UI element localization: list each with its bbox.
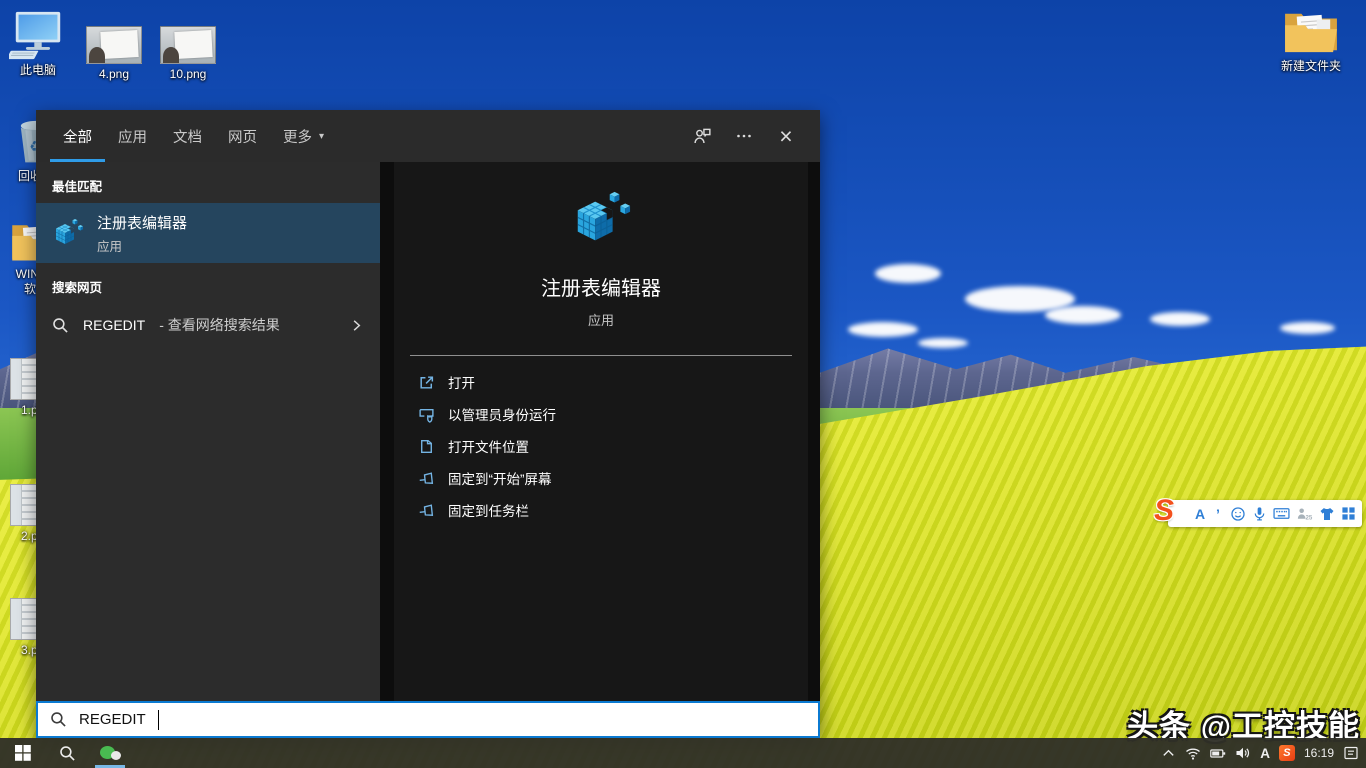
result-subtitle: 应用 <box>97 236 187 255</box>
desktop-icon-10png[interactable]: 10.png <box>154 26 222 81</box>
ime-mode-icon[interactable]: A <box>1194 505 1206 522</box>
cloud <box>875 264 941 283</box>
chevron-right-icon <box>349 318 364 333</box>
tab-label: 文档 <box>173 126 202 147</box>
result-detail-pane: 注册表编辑器 应用 打开 以管理员身份运行 打开文件位置 <box>394 162 808 701</box>
action-center-icon[interactable] <box>1343 745 1359 761</box>
action-label: 以管理员身份运行 <box>448 404 556 424</box>
desktop-icon-4png[interactable]: 4.png <box>80 26 148 81</box>
shield-icon <box>418 406 435 423</box>
search-icon <box>52 317 69 334</box>
chevron-down-icon: ▾ <box>319 131 324 142</box>
cloud <box>848 322 918 337</box>
folder-location-icon <box>418 438 435 455</box>
start-button[interactable] <box>0 738 46 768</box>
taskbar: A S 16:19 <box>0 738 1366 768</box>
desktop-icon-new-folder[interactable]: 新建文件夹 <box>1277 8 1345 73</box>
action-label: 打开 <box>448 372 475 392</box>
image-thumbnail <box>86 26 142 64</box>
action-open-file-location[interactable]: 打开文件位置 <box>400 430 802 462</box>
action-label: 固定到“开始”屏幕 <box>448 468 552 488</box>
action-run-as-admin[interactable]: 以管理员身份运行 <box>400 398 802 430</box>
windows-search-panel: 全部 应用 文档 网页 更多 ▾ × 最佳匹配 注册表编辑器 <box>36 110 820 738</box>
open-icon <box>418 374 435 391</box>
result-title: 注册表编辑器 <box>97 212 187 233</box>
wifi-icon[interactable] <box>1185 745 1201 761</box>
cloud <box>918 338 968 348</box>
tab-web[interactable]: 网页 <box>215 110 270 162</box>
desktop: 此电脑 4.png 10.png 新建文件夹 回收站 WINCC 软件 1.pn… <box>0 0 1366 768</box>
tab-label: 网页 <box>228 126 257 147</box>
taskbar-clock[interactable]: 16:19 <box>1304 746 1334 760</box>
tab-documents[interactable]: 文档 <box>160 110 215 162</box>
punctuation-icon[interactable]: ’ <box>1212 505 1224 522</box>
pin-icon <box>418 470 435 487</box>
search-input-value: REGEDIT <box>79 711 146 728</box>
wechat-icon <box>100 746 121 760</box>
web-query: REGEDIT <box>83 317 145 333</box>
best-match-header: 最佳匹配 <box>36 162 380 203</box>
sogou-logo-icon[interactable]: S <box>1154 494 1174 528</box>
sogou-tray-icon[interactable]: S <box>1279 745 1295 761</box>
feedback-user-icon[interactable] <box>684 118 720 154</box>
tab-apps[interactable]: 应用 <box>105 110 160 162</box>
best-match-result[interactable]: 注册表编辑器 应用 <box>36 203 380 263</box>
tab-more[interactable]: 更多 ▾ <box>270 110 337 162</box>
options-ellipsis-icon[interactable] <box>726 118 762 154</box>
sogou-language-bar[interactable]: S A ’ <box>1168 500 1362 527</box>
search-results-list: 最佳匹配 注册表编辑器 应用 搜索网页 REGEDIT - 查看网络搜索结果 <box>36 162 380 701</box>
taskbar-search-button[interactable] <box>46 738 88 768</box>
search-icon <box>50 711 67 728</box>
system-tray: A S 16:19 <box>1160 745 1366 761</box>
tab-label: 更多 <box>283 126 312 147</box>
emoji-icon[interactable] <box>1230 505 1246 522</box>
web-search-header: 搜索网页 <box>36 263 380 304</box>
toolbox-icon[interactable] <box>1341 505 1356 522</box>
web-query-suffix: - 查看网络搜索结果 <box>159 315 280 335</box>
pin-icon <box>418 502 435 519</box>
icon-label: 新建文件夹 <box>1281 59 1341 73</box>
search-filter-tabbar: 全部 应用 文档 网页 更多 ▾ × <box>36 110 820 162</box>
tab-all[interactable]: 全部 <box>50 110 105 162</box>
soft-keyboard-icon[interactable] <box>1273 505 1290 522</box>
icon-label: 10.png <box>170 67 207 81</box>
skin-icon[interactable] <box>1319 505 1335 522</box>
web-search-result[interactable]: REGEDIT - 查看网络搜索结果 <box>36 304 380 346</box>
tab-label: 应用 <box>118 126 147 147</box>
action-pin-to-start[interactable]: 固定到“开始”屏幕 <box>400 462 802 494</box>
panel-right-margin <box>808 162 820 701</box>
icon-label: 此电脑 <box>20 63 56 77</box>
registry-editor-icon <box>52 217 84 249</box>
cloud <box>1045 306 1121 324</box>
folder-icon <box>1282 8 1340 56</box>
tab-label: 全部 <box>63 126 92 147</box>
taskbar-wechat-button[interactable] <box>88 738 132 768</box>
detail-subtitle: 应用 <box>588 310 614 329</box>
close-icon[interactable]: × <box>768 118 804 154</box>
cloud <box>1280 322 1335 334</box>
windows-logo-icon <box>15 745 31 761</box>
panel-divider <box>380 162 394 701</box>
cloud <box>1150 312 1210 326</box>
registry-editor-icon <box>570 188 632 250</box>
ime-indicator[interactable]: A <box>1260 746 1270 761</box>
action-label: 打开文件位置 <box>448 436 529 456</box>
action-label: 固定到任务栏 <box>448 500 529 520</box>
desktop-icon-this-pc[interactable]: 此电脑 <box>4 10 72 77</box>
icon-label: 4.png <box>99 67 129 81</box>
search-input[interactable]: REGEDIT <box>36 701 820 738</box>
volume-icon[interactable] <box>1235 745 1251 761</box>
computer-icon <box>9 10 67 60</box>
action-pin-to-taskbar[interactable]: 固定到任务栏 <box>400 494 802 526</box>
detail-title: 注册表编辑器 <box>541 272 661 301</box>
battery-icon[interactable] <box>1210 745 1226 761</box>
search-icon <box>59 745 76 762</box>
tray-chevron-up-icon[interactable] <box>1160 745 1176 761</box>
login-account-icon[interactable] <box>1296 505 1313 522</box>
voice-input-icon[interactable] <box>1252 505 1267 522</box>
action-open[interactable]: 打开 <box>400 366 802 398</box>
text-caret <box>158 710 160 730</box>
image-thumbnail <box>160 26 216 64</box>
